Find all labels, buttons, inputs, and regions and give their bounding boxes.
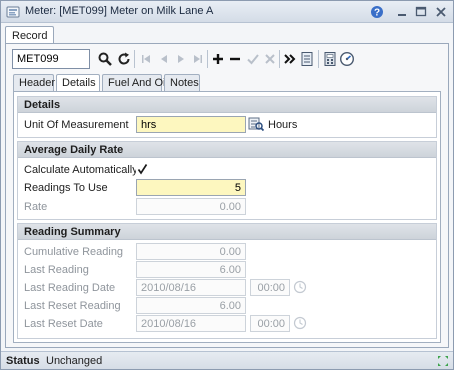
toolbar-separator: [279, 50, 280, 68]
last-reset-reading-label: Last Reset Reading: [24, 300, 121, 312]
last-record-icon[interactable]: [190, 51, 206, 67]
meter-window-icon: [6, 6, 20, 18]
record-tabstrip: Record: [1, 24, 453, 45]
first-record-icon[interactable]: [138, 51, 154, 67]
lookup-icon[interactable]: [248, 116, 264, 132]
more-icon[interactable]: [282, 51, 298, 67]
toolbar-separator: [318, 50, 319, 68]
svg-text:?: ?: [374, 8, 380, 19]
meter-code-input[interactable]: [12, 49, 90, 69]
cancel-icon[interactable]: [262, 51, 278, 67]
unit-of-measurement-label: Unit Of Measurement: [24, 119, 129, 131]
last-reset-date-label: Last Reset Date: [24, 318, 103, 330]
close-icon[interactable]: [434, 5, 448, 19]
status-value: Unchanged: [46, 355, 103, 367]
cumulative-reading-label: Cumulative Reading: [24, 246, 124, 258]
toolbar-separator: [207, 50, 208, 68]
help-icon[interactable]: ?: [370, 5, 384, 19]
calculate-automatically-checkbox[interactable]: [136, 163, 149, 176]
gauge-icon[interactable]: [339, 51, 355, 67]
calculate-automatically-label: Calculate Automatically: [24, 164, 138, 176]
window-title: Meter: [MET099] Meter on Milk Lane A: [25, 5, 214, 17]
unit-description: Hours: [268, 119, 298, 131]
tab-notes[interactable]: Notes: [164, 74, 200, 92]
search-icon[interactable]: [97, 51, 113, 67]
readings-to-use-input[interactable]: [136, 179, 246, 196]
add-icon[interactable]: [210, 51, 226, 67]
maximize-icon[interactable]: [414, 5, 428, 19]
status-bar: Status Unchanged: [1, 351, 453, 369]
record-panel: Header Details Fuel And Oil Notes Detail…: [5, 43, 449, 348]
clock-icon: [293, 280, 307, 294]
remove-icon[interactable]: [227, 51, 243, 67]
rate-label: Rate: [24, 201, 48, 213]
next-record-icon[interactable]: [173, 51, 189, 67]
list-view-icon[interactable]: [299, 51, 315, 67]
last-reset-reading-field: [136, 297, 246, 314]
last-reset-time-field: [250, 315, 290, 332]
meter-window: Meter: [MET099] Meter on Milk Lane A ? R…: [0, 0, 454, 370]
reading-summary-section: Reading Summary Cumulative Reading Last …: [17, 223, 437, 339]
last-reading-time-field: [250, 279, 290, 296]
readings-to-use-label: Readings To Use: [24, 182, 108, 194]
last-reading-label: Last Reading: [24, 264, 89, 276]
calculator-icon[interactable]: [322, 51, 338, 67]
clock-icon: [293, 316, 307, 330]
title-bar: Meter: [MET099] Meter on Milk Lane A ?: [1, 1, 453, 23]
details-section: Details Unit Of Measurement Hours: [17, 96, 437, 138]
unit-of-measurement-input[interactable]: [136, 116, 246, 133]
refresh-icon[interactable]: [116, 51, 132, 67]
tab-fuel-and-oil[interactable]: Fuel And Oil: [102, 74, 168, 92]
tab-header[interactable]: Header: [13, 74, 55, 92]
section-header-reading-summary: Reading Summary: [18, 224, 436, 240]
confirm-icon[interactable]: [245, 51, 261, 67]
section-header-average-daily-rate: Average Daily Rate: [18, 142, 436, 158]
status-label: Status: [6, 355, 40, 367]
last-reading-date-label: Last Reading Date: [24, 282, 116, 294]
details-panel: Details Unit Of Measurement Hours Averag…: [13, 91, 441, 343]
rate-field: [136, 198, 246, 215]
last-reading-field: [136, 261, 246, 278]
last-reading-date-field: [136, 279, 246, 296]
section-header-details: Details: [18, 97, 436, 113]
average-daily-rate-section: Average Daily Rate Calculate Automatical…: [17, 141, 437, 220]
minimize-icon[interactable]: [395, 5, 409, 19]
toolbar-separator: [134, 50, 135, 68]
resize-grip-icon[interactable]: [437, 355, 449, 367]
record-toolbar: [12, 49, 444, 71]
last-reset-date-field: [136, 315, 246, 332]
previous-record-icon[interactable]: [156, 51, 172, 67]
cumulative-reading-field: [136, 243, 246, 260]
